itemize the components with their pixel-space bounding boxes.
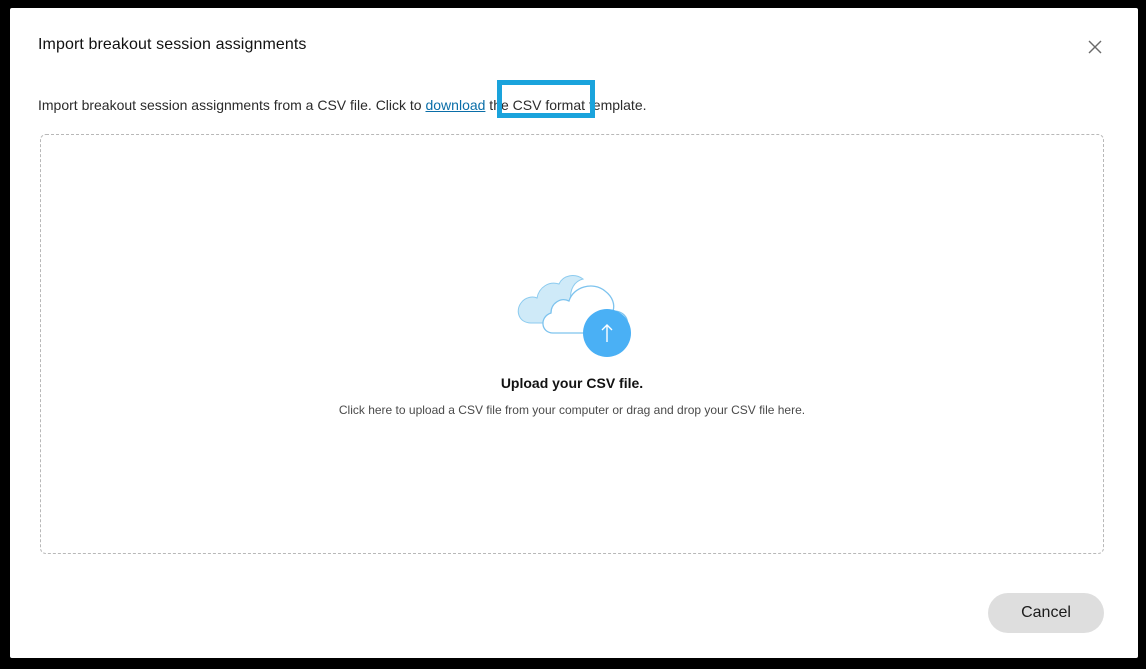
- upload-instructions: Click here to upload a CSV file from you…: [338, 403, 806, 417]
- download-link[interactable]: download: [425, 97, 485, 113]
- description-text-before: Import breakout session assignments from…: [38, 97, 426, 113]
- dialog-title: Import breakout session assignments: [38, 36, 307, 53]
- description-text-after: the CSV format template.: [485, 97, 647, 113]
- close-icon: [1088, 40, 1102, 54]
- cancel-button[interactable]: Cancel: [988, 593, 1104, 633]
- csv-dropzone[interactable]: Upload your CSV file. Click here to uplo…: [40, 134, 1104, 554]
- upload-title: Upload your CSV file.: [500, 375, 644, 391]
- dialog-description: Import breakout session assignments from…: [38, 97, 647, 113]
- cloud-upload-icon: [517, 275, 631, 357]
- close-button[interactable]: [1084, 36, 1106, 58]
- import-dialog: Import breakout session assignments Impo…: [10, 8, 1138, 658]
